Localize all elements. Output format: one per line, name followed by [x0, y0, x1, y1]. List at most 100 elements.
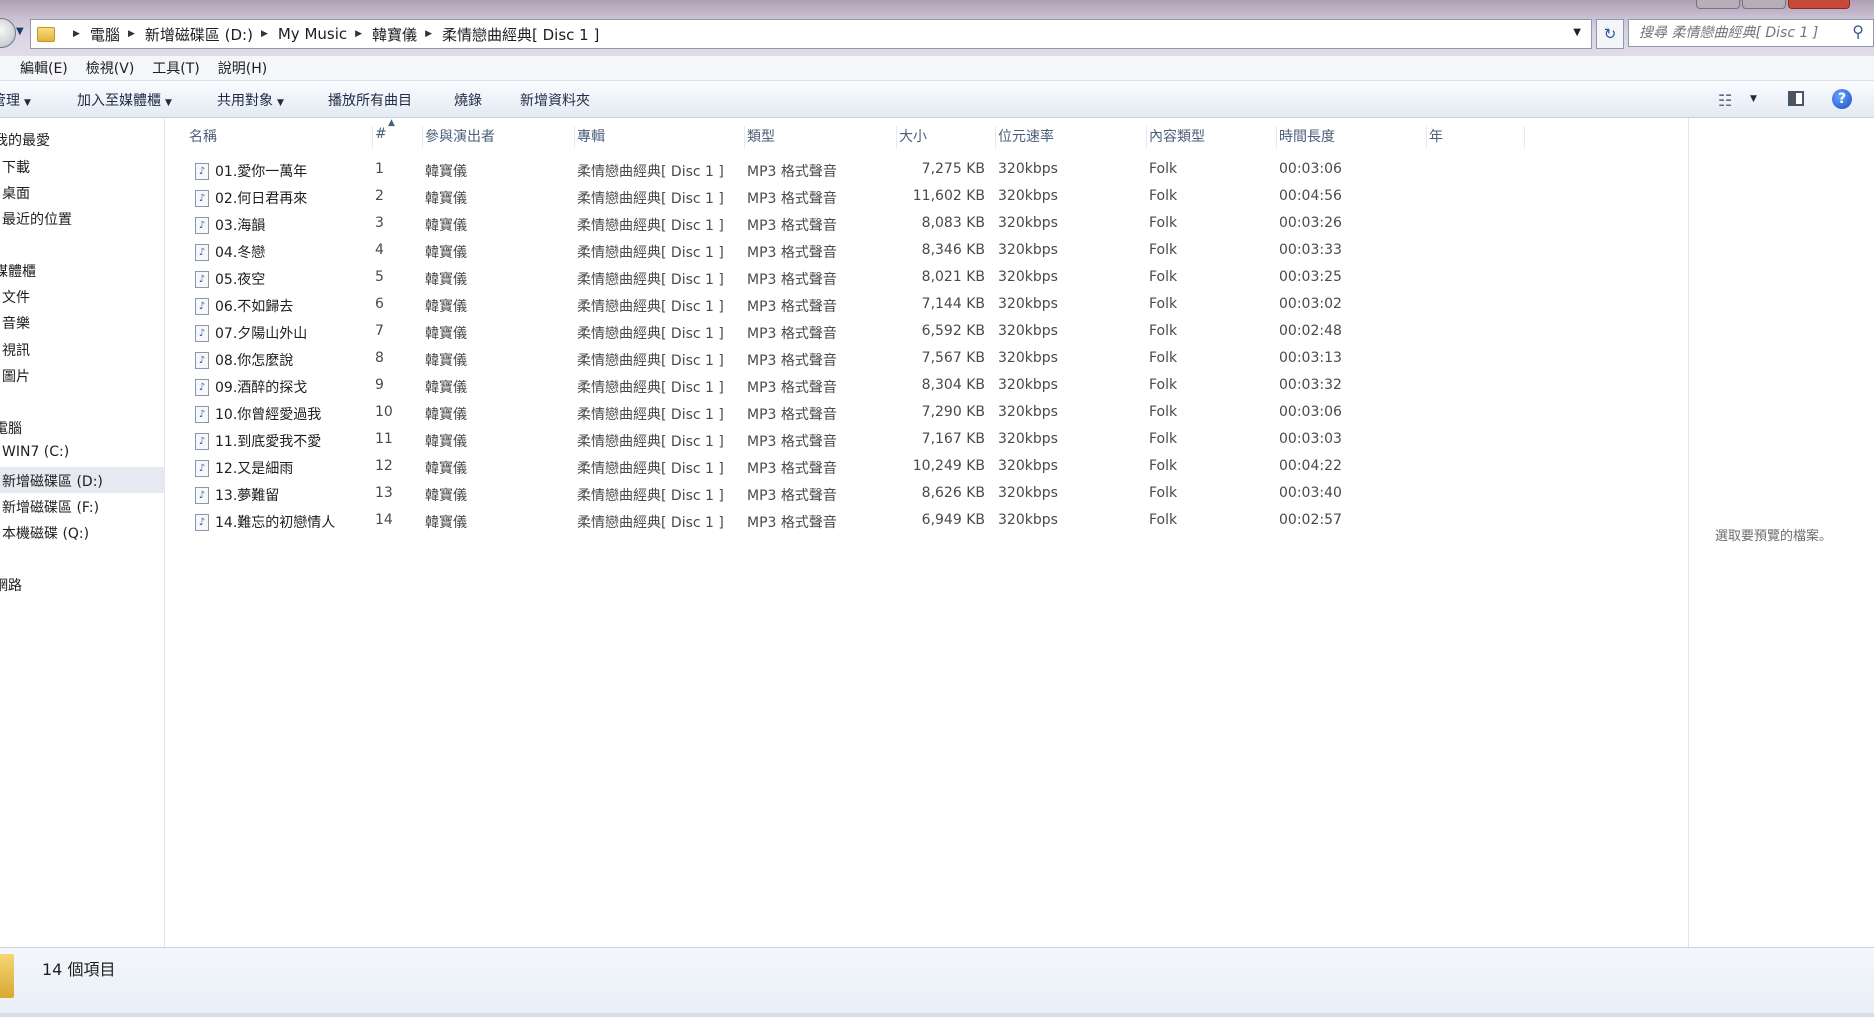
- menu-edit[interactable]: 編輯(E): [20, 58, 68, 78]
- nav-favorites[interactable]: 我的最愛: [0, 130, 50, 150]
- breadcrumb-item[interactable]: 新增磁碟區 (D:): [145, 24, 253, 45]
- search-icon[interactable]: ⚲: [1852, 22, 1864, 41]
- history-dropdown-icon[interactable]: ▼: [16, 26, 24, 37]
- close-button[interactable]: [1788, 0, 1850, 9]
- nav-documents[interactable]: 文件: [2, 287, 30, 307]
- audio-file-icon: ♪: [195, 163, 209, 180]
- file-row[interactable]: ♪ 11.到底愛我不愛 11 韓寶儀 柔情戀曲經典[ Disc 1 ] MP3 格式聲音 7…: [165, 427, 1687, 454]
- nav-drive-q[interactable]: 本機磁碟 (Q:): [2, 523, 89, 543]
- file-row[interactable]: ♪ 10.你曾經愛過我 10 韓寶儀 柔情戀曲經典[ Disc 1 ] MP3 格式聲音 7…: [165, 400, 1687, 427]
- file-type: MP3 格式聲音: [747, 299, 837, 315]
- new-folder-button[interactable]: 新增資料夾: [520, 90, 590, 110]
- chevron-right-icon[interactable]: ▶: [73, 29, 80, 39]
- nav-desktop[interactable]: 桌面: [2, 183, 30, 203]
- file-album: 柔情戀曲經典[ Disc 1 ]: [577, 164, 724, 180]
- back-arrow-icon[interactable]: [0, 18, 16, 48]
- track-number: 13: [375, 485, 393, 501]
- search-input[interactable]: [1628, 19, 1874, 47]
- file-row[interactable]: ♪ 04.冬戀 4 韓寶儀 柔情戀曲經典[ Disc 1 ] MP3 格式聲音 8,346 …: [165, 238, 1687, 265]
- nav-drive-f[interactable]: 新增磁碟區 (F:): [2, 497, 99, 517]
- file-length: 00:02:48: [1279, 323, 1342, 339]
- breadcrumb-item[interactable]: 電腦: [90, 24, 120, 45]
- share-with-button[interactable]: 共用對象 ▼: [217, 90, 284, 110]
- chevron-right-icon[interactable]: ▶: [355, 29, 362, 39]
- column-header-artist[interactable]: 參與演出者: [425, 126, 575, 148]
- chevron-down-icon: ▼: [165, 98, 172, 108]
- add-to-library-button[interactable]: 加入至媒體櫃 ▼: [77, 90, 172, 110]
- nav-pictures[interactable]: 圖片: [2, 366, 30, 386]
- file-row[interactable]: ♪ 07.夕陽山外山 7 韓寶儀 柔情戀曲經典[ Disc 1 ] MP3 格式聲音 6,5…: [165, 319, 1687, 346]
- nav-recent[interactable]: 最近的位置: [2, 209, 72, 229]
- file-bitrate: 320kbps: [998, 485, 1058, 501]
- file-row[interactable]: ♪ 09.酒醉的探戈 9 韓寶儀 柔情戀曲經典[ Disc 1 ] MP3 格式聲音 8,3…: [165, 373, 1687, 400]
- file-artist: 韓寶儀: [425, 380, 467, 396]
- file-row[interactable]: ♪ 08.你怎麼說 8 韓寶儀 柔情戀曲經典[ Disc 1 ] MP3 格式聲音 7,56…: [165, 346, 1687, 373]
- nav-computer[interactable]: 電腦: [0, 418, 22, 438]
- item-count: 14 個項目: [42, 960, 116, 979]
- play-all-button[interactable]: 播放所有曲目: [328, 90, 412, 110]
- file-length: 00:03:40: [1279, 485, 1342, 501]
- nav-libraries[interactable]: 媒體櫃: [0, 261, 36, 281]
- chevron-down-icon[interactable]: ▼: [1750, 94, 1757, 104]
- file-row[interactable]: ♪ 01.愛你一萬年 1 韓寶儀 柔情戀曲經典[ Disc 1 ] MP3 格式聲音 7,2…: [165, 157, 1687, 184]
- column-header-content-type[interactable]: 內容類型: [1149, 126, 1277, 148]
- menu-help[interactable]: 說明(H): [218, 58, 267, 78]
- chevron-right-icon[interactable]: ▶: [425, 29, 432, 39]
- help-icon[interactable]: ?: [1832, 89, 1852, 109]
- file-row[interactable]: ♪ 14.難忘的初戀情人 14 韓寶儀 柔情戀曲經典[ Disc 1 ] MP3 格式聲音…: [165, 508, 1687, 535]
- file-name: 11.到底愛我不愛: [215, 434, 322, 450]
- nav-downloads[interactable]: 下載: [2, 157, 30, 177]
- column-header-name[interactable]: 名稱: [189, 126, 373, 148]
- file-bitrate: 320kbps: [998, 512, 1058, 528]
- minimize-button[interactable]: [1696, 0, 1740, 9]
- menu-tools[interactable]: 工具(T): [152, 58, 199, 78]
- track-number: 2: [375, 188, 384, 204]
- file-size: 8,304 KB: [921, 377, 985, 393]
- menu-view[interactable]: 檢視(V): [86, 58, 135, 78]
- file-size: 8,346 KB: [921, 242, 985, 258]
- nav-drive-c[interactable]: WIN7 (C:): [2, 444, 69, 460]
- column-header-type[interactable]: 類型: [747, 126, 897, 148]
- nav-network[interactable]: 網路: [0, 575, 22, 595]
- file-type: MP3 格式聲音: [747, 245, 837, 261]
- nav-drive-d[interactable]: 新增磁碟區 (D:): [2, 471, 103, 491]
- view-options-icon[interactable]: ☷: [1718, 91, 1732, 110]
- burn-button[interactable]: 燒錄: [454, 90, 482, 110]
- column-header-album[interactable]: 專輯: [577, 126, 745, 148]
- file-row[interactable]: ♪ 05.夜空 5 韓寶儀 柔情戀曲經典[ Disc 1 ] MP3 格式聲音 8,021 …: [165, 265, 1687, 292]
- file-row[interactable]: ♪ 13.夢難留 13 韓寶儀 柔情戀曲經典[ Disc 1 ] MP3 格式聲音 8,62…: [165, 481, 1687, 508]
- file-type: MP3 格式聲音: [747, 218, 837, 234]
- column-header-number[interactable]: #: [375, 126, 423, 148]
- track-number: 4: [375, 242, 384, 258]
- preview-pane-icon[interactable]: [1788, 91, 1804, 106]
- file-row[interactable]: ♪ 12.又是細雨 12 韓寶儀 柔情戀曲經典[ Disc 1 ] MP3 格式聲音 10,…: [165, 454, 1687, 481]
- column-header-bitrate[interactable]: 位元速率: [998, 126, 1147, 148]
- organize-button[interactable]: 管理 ▼: [0, 90, 31, 110]
- file-bitrate: 320kbps: [998, 377, 1058, 393]
- column-header-year[interactable]: 年: [1429, 126, 1525, 148]
- column-header-size[interactable]: 大小: [899, 126, 996, 148]
- audio-file-icon: ♪: [195, 217, 209, 234]
- file-size: 6,592 KB: [921, 323, 985, 339]
- file-row[interactable]: ♪ 03.海韻 3 韓寶儀 柔情戀曲經典[ Disc 1 ] MP3 格式聲音 8,083 …: [165, 211, 1687, 238]
- track-number: 6: [375, 296, 384, 312]
- maximize-button[interactable]: [1742, 0, 1786, 9]
- nav-videos[interactable]: 視訊: [2, 340, 30, 360]
- address-bar[interactable]: ▶ 電腦 ▶ 新增磁碟區 (D:) ▶ My Music ▶ 韓寶儀 ▶ 柔情戀…: [30, 19, 1592, 49]
- file-size: 8,626 KB: [921, 485, 985, 501]
- file-size: 8,083 KB: [921, 215, 985, 231]
- file-size: 7,144 KB: [921, 296, 985, 312]
- address-dropdown-icon[interactable]: ▼: [1573, 27, 1581, 38]
- file-row[interactable]: ♪ 06.不如歸去 6 韓寶儀 柔情戀曲經典[ Disc 1 ] MP3 格式聲音 7,14…: [165, 292, 1687, 319]
- file-genre: Folk: [1149, 161, 1178, 177]
- nav-music[interactable]: 音樂: [2, 313, 30, 333]
- file-size: 7,275 KB: [921, 161, 985, 177]
- breadcrumb-item[interactable]: 韓寶儀: [372, 24, 417, 45]
- chevron-right-icon[interactable]: ▶: [261, 29, 268, 39]
- column-header-length[interactable]: 時間長度: [1279, 126, 1427, 148]
- refresh-icon[interactable]: ↻: [1596, 19, 1624, 49]
- chevron-right-icon[interactable]: ▶: [128, 29, 135, 39]
- file-row[interactable]: ♪ 02.何日君再來 2 韓寶儀 柔情戀曲經典[ Disc 1 ] MP3 格式聲音 11,…: [165, 184, 1687, 211]
- breadcrumb-item[interactable]: 柔情戀曲經典[ Disc 1 ]: [442, 24, 599, 45]
- breadcrumb-item[interactable]: My Music: [278, 25, 347, 43]
